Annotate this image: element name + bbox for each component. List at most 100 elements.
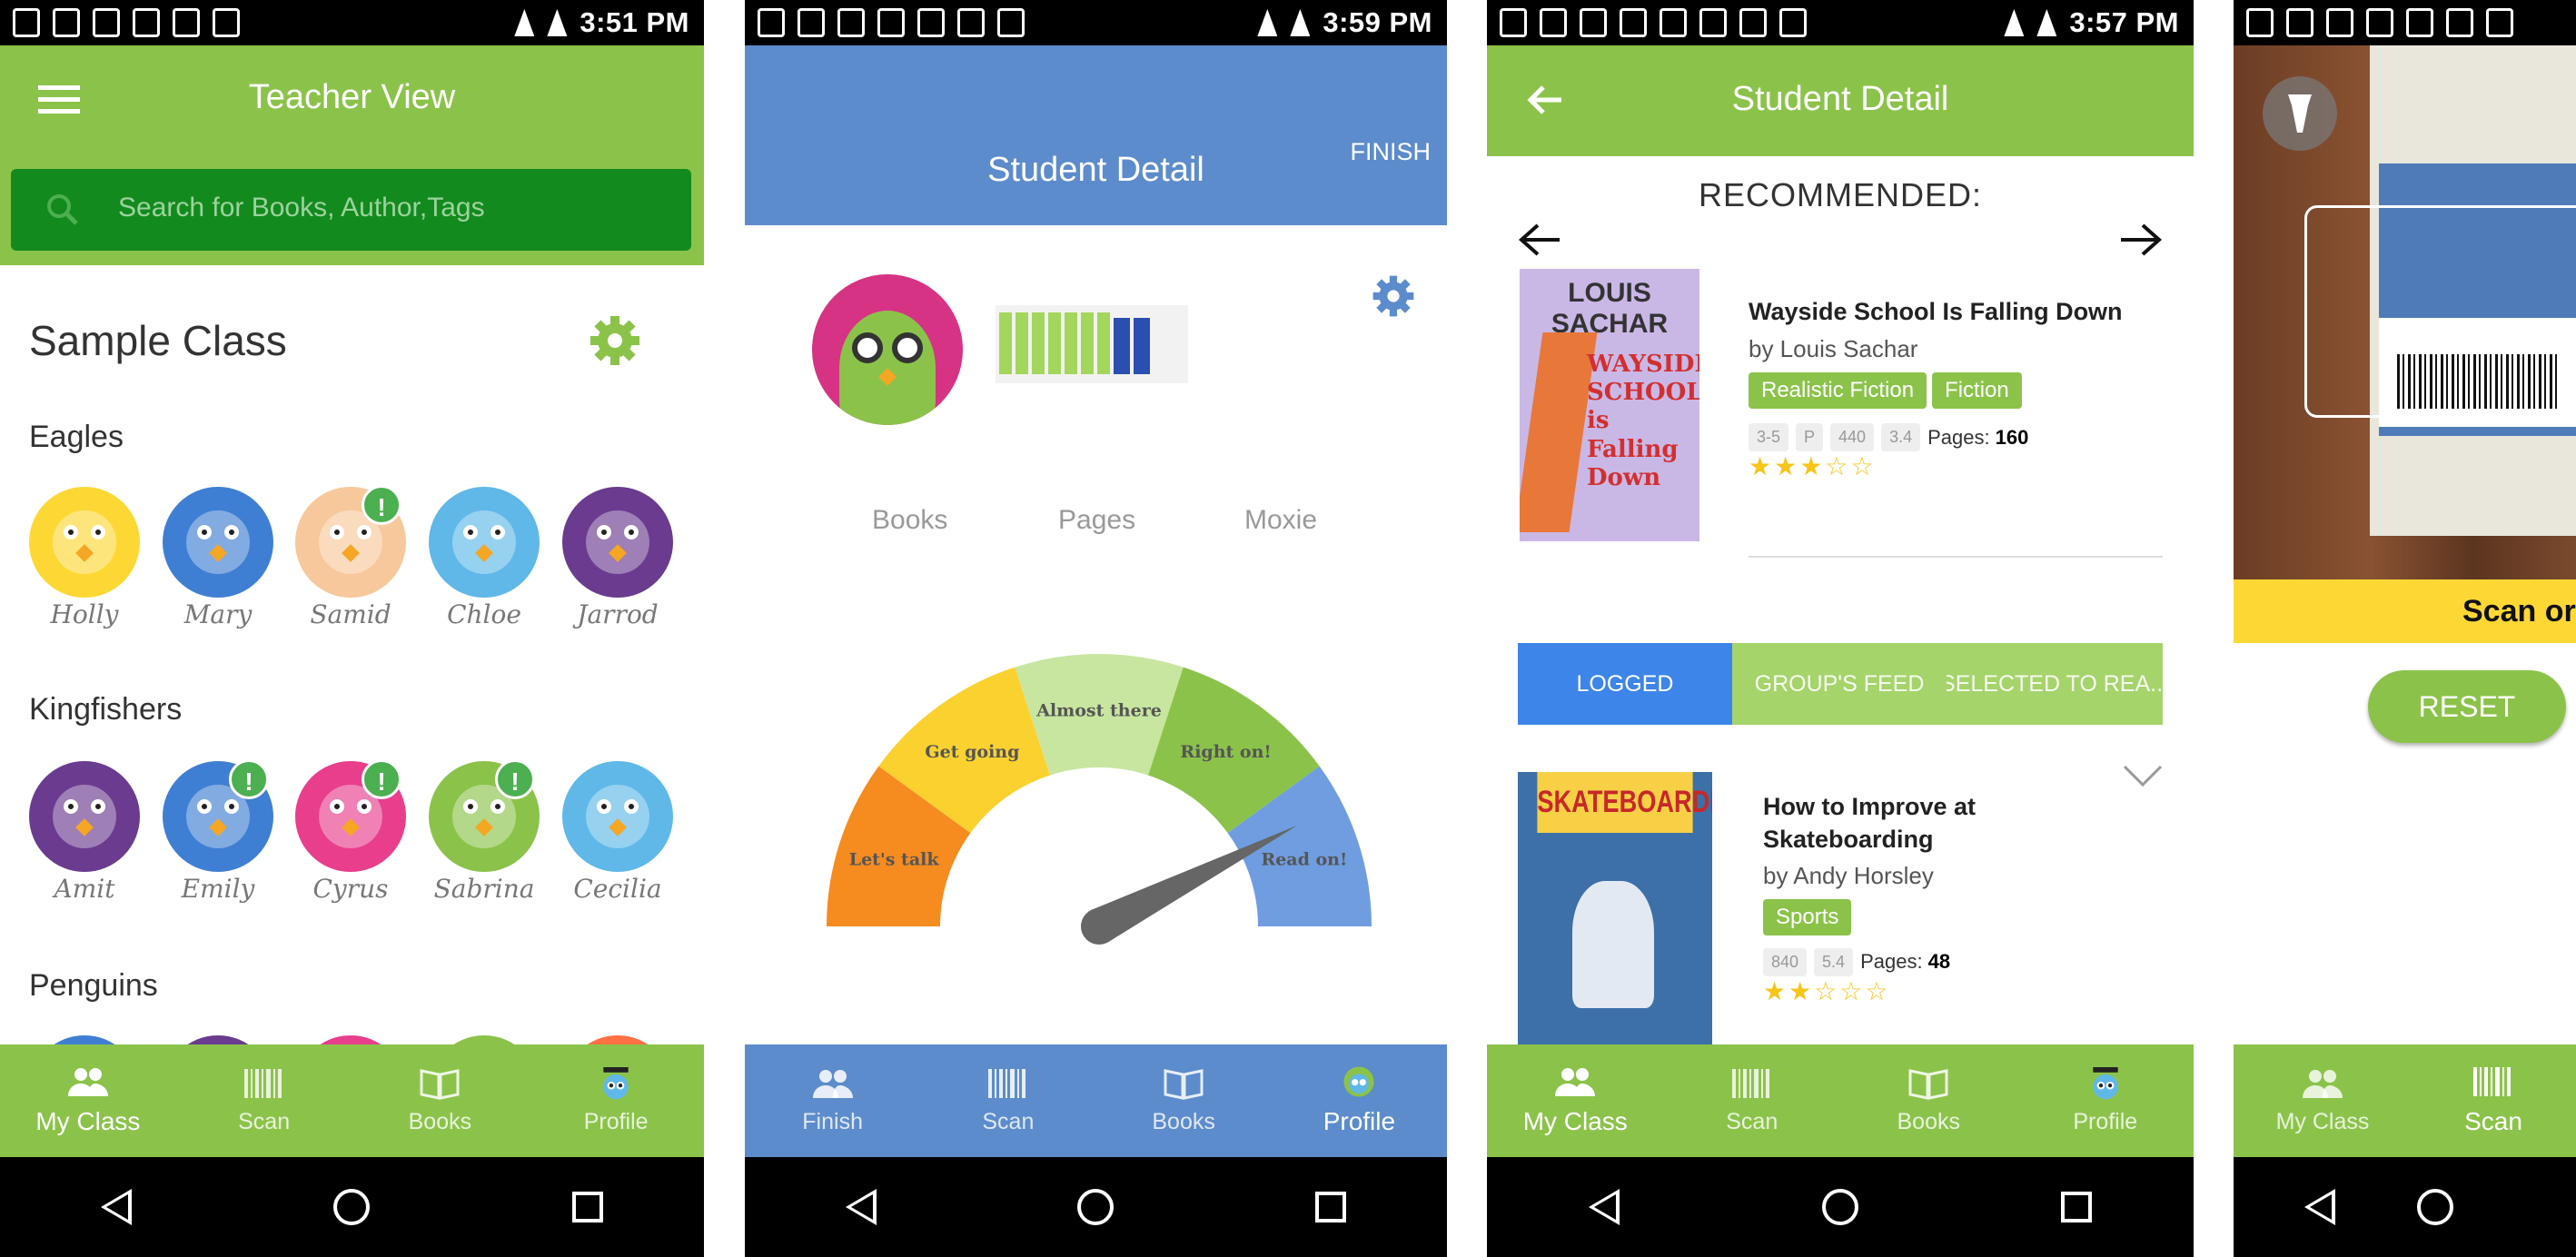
nav-books[interactable]: Books xyxy=(1840,1044,2017,1157)
level-chip: P xyxy=(1796,423,1824,451)
stat-pages[interactable]: Pages xyxy=(1058,505,1135,536)
student-name: Sabrina xyxy=(433,874,535,904)
gear-icon[interactable] xyxy=(589,314,641,367)
page-title: Teacher View xyxy=(248,78,456,116)
arrow-right-icon[interactable] xyxy=(2119,222,2163,258)
scan-banner-text: Scan or Se xyxy=(2462,594,2576,628)
camera-preview xyxy=(2234,45,2576,579)
battery-icon xyxy=(1290,9,1311,36)
gear-icon[interactable] xyxy=(1372,274,1415,318)
status-bar: 3:57 PM xyxy=(1487,0,2194,45)
nav-scan[interactable]: Scan xyxy=(176,1044,352,1157)
arrow-left-icon[interactable] xyxy=(1518,222,1561,258)
search-bar[interactable]: Search for Books, Author,Tags xyxy=(11,169,691,251)
level-chip: 3-5 xyxy=(1749,423,1789,451)
nav-label: Finish xyxy=(802,1108,863,1134)
nav-scan[interactable]: Scan xyxy=(920,1044,1095,1157)
home-button[interactable] xyxy=(1821,1189,1858,1225)
system-nav-bar xyxy=(0,1157,704,1257)
wifi-icon xyxy=(2004,9,2025,36)
book-title[interactable]: How to Improve at Skateboarding xyxy=(1763,790,2145,856)
back-button[interactable] xyxy=(2304,1189,2335,1225)
nav-label: Scan xyxy=(982,1108,1035,1134)
avatar-amit[interactable] xyxy=(29,761,140,872)
nav-books[interactable]: Books xyxy=(352,1044,529,1157)
back-button[interactable] xyxy=(1588,1189,1620,1225)
people-icon xyxy=(2303,1069,2343,1098)
student-name: Samid xyxy=(310,599,391,629)
nav-profile[interactable]: Profile xyxy=(2017,1044,2195,1157)
home-button[interactable] xyxy=(1077,1189,1115,1225)
alert-badge: ! xyxy=(362,759,401,799)
back-button[interactable] xyxy=(845,1189,877,1225)
nav-scan[interactable]: Scan xyxy=(1664,1044,1841,1157)
home-button[interactable] xyxy=(333,1189,371,1225)
group-name-kingfishers: Kingfishers xyxy=(29,692,183,727)
nav-books[interactable]: Books xyxy=(1096,1044,1272,1157)
moxie-gauge: Let's talk Get going Almost there Right on!… xyxy=(827,654,1372,945)
people-icon xyxy=(67,1068,108,1096)
notification-icons xyxy=(13,8,240,37)
avatar-holly[interactable] xyxy=(29,487,140,598)
nav-my-class[interactable]: My Class xyxy=(1487,1044,1664,1157)
star-rating[interactable]: ★★☆☆☆ xyxy=(1763,976,2145,1006)
flashlight-button[interactable] xyxy=(2263,76,2337,151)
recents-button[interactable] xyxy=(571,1192,603,1222)
owl-avatar-icon xyxy=(2093,1066,2118,1099)
gauge-label: Right on! xyxy=(1180,742,1271,762)
nav-label: Profile xyxy=(2073,1108,2138,1134)
battery-icon xyxy=(2036,9,2057,36)
recents-button[interactable] xyxy=(1315,1192,1347,1222)
notification-icons xyxy=(1500,8,1807,37)
nav-label: Books xyxy=(408,1108,472,1134)
book-info: How to Improve at Skateboarding by Andy … xyxy=(1763,790,2145,1006)
nav-label: My Class xyxy=(35,1107,141,1135)
scan-banner: Scan or Se xyxy=(2234,579,2576,643)
clock: 3:57 PM xyxy=(2069,6,2179,38)
student-name: Holly xyxy=(50,599,119,629)
battery-icon xyxy=(547,9,568,36)
home-button[interactable] xyxy=(2417,1189,2453,1225)
nav-scan[interactable]: Scan xyxy=(2412,1044,2575,1157)
tab-selected-to-read[interactable]: SELECTED TO REA... xyxy=(1947,643,2163,725)
student-avatar[interactable] xyxy=(812,274,963,425)
gauge-label: Read on! xyxy=(1261,850,1347,870)
book-cover-skateboarding[interactable]: SKATEBOARDING xyxy=(1518,772,1712,1044)
avatar-cecilia[interactable] xyxy=(562,761,673,872)
scan-frame xyxy=(2304,205,2576,418)
nav-profile[interactable]: Profile xyxy=(528,1044,704,1157)
back-button[interactable] xyxy=(101,1189,133,1225)
tab-groups-feed[interactable]: GROUP'S FEED xyxy=(1732,643,1947,725)
barcode-icon xyxy=(2473,1067,2511,1096)
reset-button[interactable]: RESET xyxy=(2368,670,2566,743)
stat-books[interactable]: Books xyxy=(872,505,947,536)
recents-button[interactable] xyxy=(2061,1192,2093,1222)
alert-badge: ! xyxy=(362,485,401,525)
genre-tag[interactable]: Fiction xyxy=(1932,372,2022,409)
avatar-jarrod[interactable] xyxy=(562,487,673,598)
book-cover-wayside[interactable]: LOUIS SACHAR WAYSIDE SCHOOL is Falling D… xyxy=(1520,269,1699,541)
avatar-chloe[interactable] xyxy=(429,487,540,598)
gauge-hub xyxy=(1081,908,1117,945)
nav-finish[interactable]: Finish xyxy=(745,1044,920,1157)
bottom-nav: Finish Scan Books Profile xyxy=(745,1044,1447,1157)
screen-scan: Scan or Se RESET My Class Scan xyxy=(2234,0,2576,1257)
genre-tag[interactable]: Sports xyxy=(1763,898,1852,935)
star-rating[interactable]: ★★★☆☆ xyxy=(1749,451,2166,481)
tab-logged[interactable]: LOGGED xyxy=(1518,643,1732,725)
nav-profile[interactable]: Profile xyxy=(1272,1044,1447,1157)
nav-label: Books xyxy=(1897,1108,1960,1134)
stat-moxie[interactable]: Moxie xyxy=(1244,505,1317,536)
book-title[interactable]: Wayside School Is Falling Down xyxy=(1749,298,2166,326)
gauge-label: Get going xyxy=(925,742,1019,762)
avatar-mary[interactable] xyxy=(163,487,273,598)
chevron-down-icon[interactable] xyxy=(2123,765,2163,788)
notification-icons xyxy=(758,8,1025,37)
nav-my-class[interactable]: My Class xyxy=(0,1044,176,1157)
bookshelf-icon xyxy=(996,305,1188,383)
finish-button[interactable]: FINISH xyxy=(1350,138,1431,166)
search-icon xyxy=(47,194,78,225)
nav-my-class[interactable]: My Class xyxy=(2234,1044,2412,1157)
book-author: by Louis Sachar xyxy=(1749,335,1918,362)
genre-tag[interactable]: Realistic Fiction xyxy=(1749,372,1927,409)
